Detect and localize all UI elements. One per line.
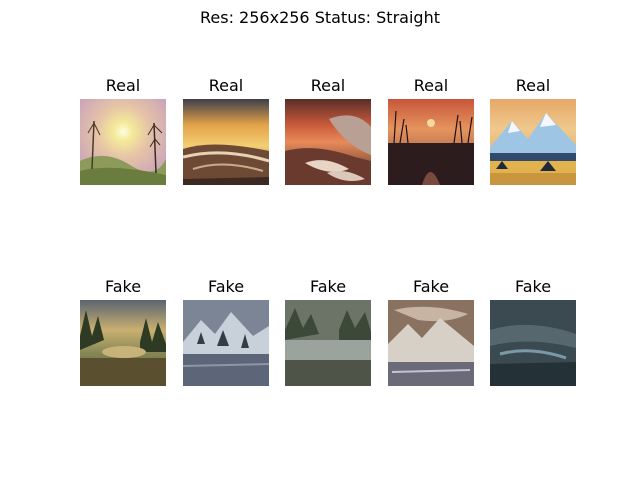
tile-caption-real-2: Real <box>208 76 244 95</box>
generated-glacier-scene-icon <box>388 300 474 386</box>
real-image-2 <box>183 99 269 185</box>
tile-caption-fake-1: Fake <box>104 277 142 296</box>
fake-image-4 <box>388 300 474 386</box>
tile-caption-real-1: Real <box>105 76 141 95</box>
generated-misty-lake-icon <box>285 300 371 386</box>
real-image-5 <box>490 99 576 185</box>
fake-image-5 <box>490 300 576 386</box>
fake-image-2 <box>183 300 269 386</box>
tile-caption-fake-3: Fake <box>309 277 347 296</box>
tile-caption-real-5: Real <box>515 76 551 95</box>
generated-snowy-peaks-icon <box>183 300 269 386</box>
generated-dark-seascape-icon <box>490 300 576 386</box>
blue-mountains-painting-icon <box>490 99 576 185</box>
tile-caption-fake-4: Fake <box>412 277 450 296</box>
fake-image-3 <box>285 300 371 386</box>
figure-title: Res: 256x256 Status: Straight <box>200 8 440 27</box>
tile-caption-real-4: Real <box>413 76 449 95</box>
tile-caption-fake-5: Fake <box>514 277 552 296</box>
sunset-hills-painting-icon <box>80 99 166 185</box>
real-image-4 <box>388 99 474 185</box>
red-wave-painting-icon <box>285 99 371 185</box>
real-image-3 <box>285 99 371 185</box>
golden-sea-painting-icon <box>183 99 269 185</box>
tile-caption-real-3: Real <box>310 76 346 95</box>
tile-caption-fake-2: Fake <box>207 277 245 296</box>
real-image-1 <box>80 99 166 185</box>
generated-forest-lake-icon <box>80 300 166 386</box>
fake-image-1 <box>80 300 166 386</box>
marsh-sunset-painting-icon <box>388 99 474 185</box>
